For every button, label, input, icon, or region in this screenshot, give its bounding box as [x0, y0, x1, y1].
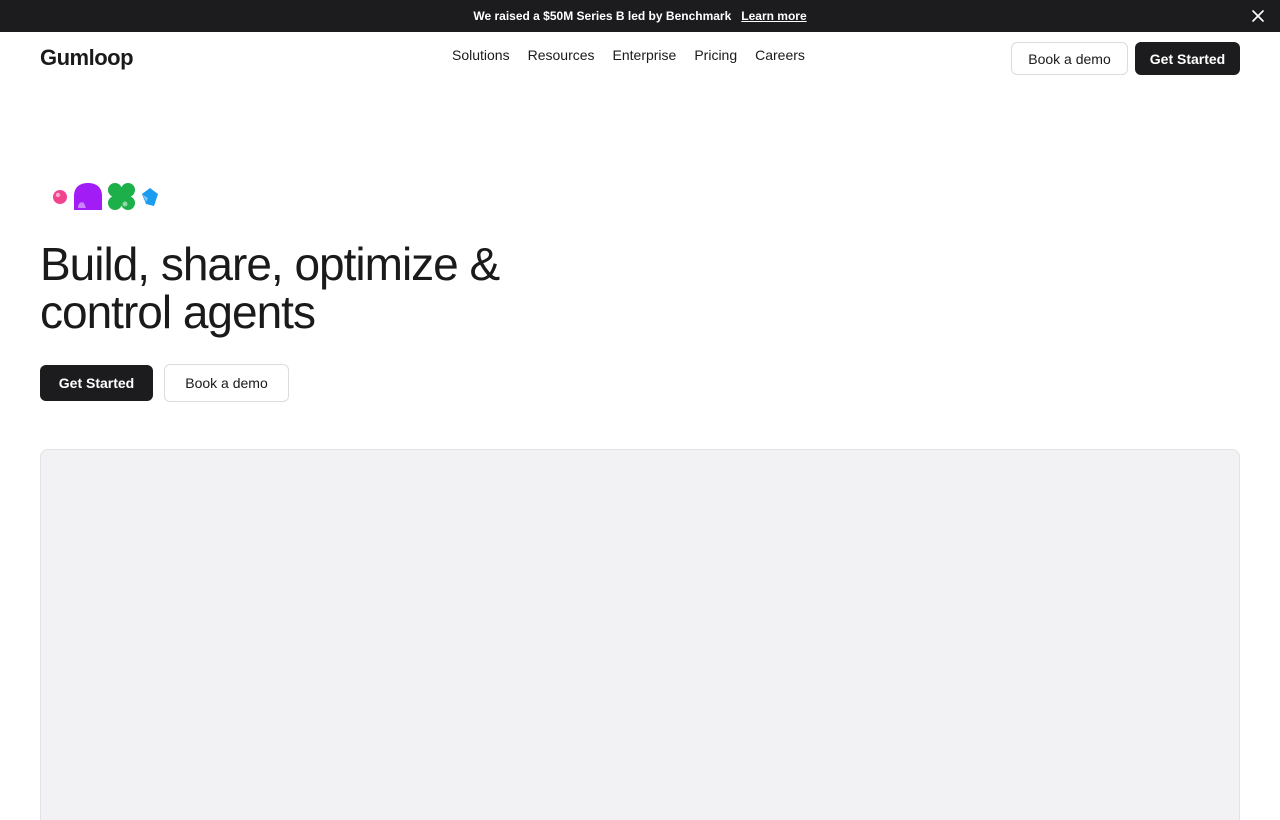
pink-dot-icon	[53, 190, 67, 204]
nav-solutions[interactable]: Solutions	[452, 47, 510, 63]
learn-more-link[interactable]: Learn more	[741, 9, 806, 23]
close-icon[interactable]	[1250, 8, 1266, 24]
announcement-bar: We raised a $50M Series B led by Benchma…	[0, 0, 1280, 32]
header-get-started-button[interactable]: Get Started	[1135, 42, 1240, 75]
purple-blob-icon	[74, 183, 102, 210]
main-menu: Solutions Resources Enterprise Pricing C…	[452, 47, 805, 63]
green-clover-icon	[108, 183, 135, 210]
hero-book-demo-button[interactable]: Book a demo	[164, 364, 289, 402]
nav-pricing[interactable]: Pricing	[694, 47, 737, 63]
announcement-message: We raised a $50M Series B led by Benchma…	[473, 9, 732, 23]
hero-headline: Build, share, optimize & control agents	[40, 240, 600, 336]
hero-media-panel	[40, 449, 1240, 820]
mascot-blobs	[50, 180, 162, 214]
hero-headline-line-1: Build, share, optimize &	[40, 238, 500, 290]
nav-careers[interactable]: Careers	[755, 47, 805, 63]
gumloop-logo[interactable]: Gumloop	[40, 45, 134, 71]
hero-get-started-button[interactable]: Get Started	[40, 365, 153, 401]
top-nav: Gumloop Solutions Resources Enterprise P…	[0, 32, 1280, 84]
hero-headline-line-2: control agents	[40, 286, 316, 338]
blue-gem-icon	[142, 188, 158, 206]
nav-resources[interactable]: Resources	[528, 47, 595, 63]
nav-enterprise[interactable]: Enterprise	[613, 47, 677, 63]
header-book-demo-button[interactable]: Book a demo	[1011, 42, 1128, 75]
